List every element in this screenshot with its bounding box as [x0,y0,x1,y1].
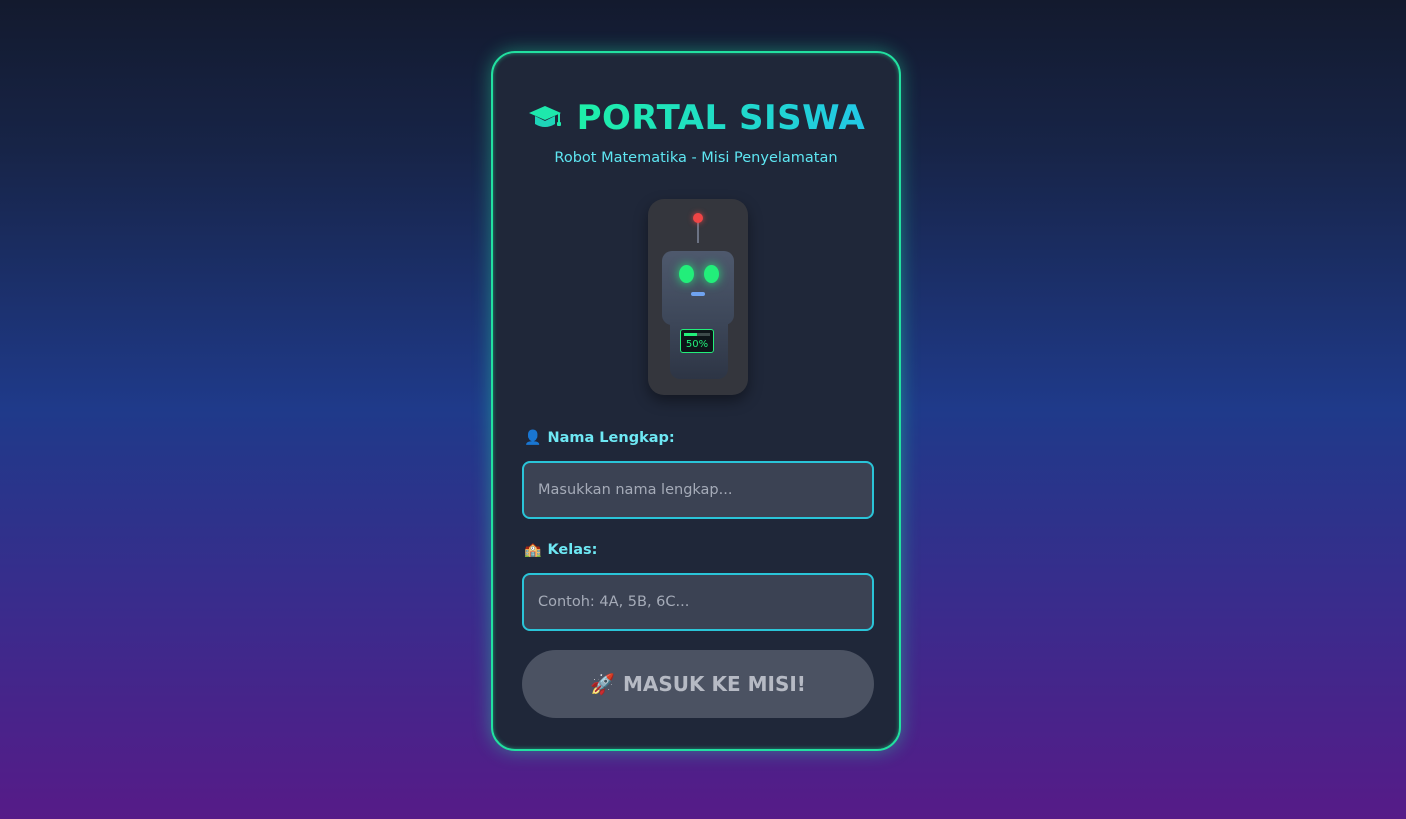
battery-percentage: 50% [685,339,709,350]
graduation-cap-icon [527,100,563,136]
class-label-text: Kelas: [547,542,598,558]
enter-mission-label: MASUK KE MISI! [622,672,806,696]
battery-track [684,333,710,336]
header: PORTAL SISWA [493,97,899,139]
robot-body: 50% [670,321,728,379]
robot-right-eye [704,265,719,283]
robot-illustration: 50% [648,199,748,395]
person-icon: 👤 [524,430,542,446]
rocket-icon: 🚀 [590,672,615,696]
robot-antenna [697,221,699,243]
robot-antenna-light [693,213,703,223]
school-icon: 🏫 [524,542,542,558]
class-input[interactable] [522,573,874,631]
login-card: PORTAL SISWA Robot Matematika - Misi Pen… [491,51,901,751]
robot-left-eye [679,265,694,283]
page-subtitle: Robot Matematika - Misi Penyelamatan [554,150,838,166]
name-label-text: Nama Lengkap: [547,430,675,446]
page-title: PORTAL SISWA [576,98,866,138]
robot-mouth [691,292,705,296]
battery-indicator: 50% [680,329,714,353]
enter-mission-button[interactable]: 🚀 MASUK KE MISI! [522,650,874,718]
name-input[interactable] [522,461,874,519]
class-field-label: 🏫 Kelas: [524,542,597,558]
battery-fill [684,333,697,336]
name-field-label: 👤 Nama Lengkap: [524,430,675,446]
robot-head [662,251,734,325]
page-background: { "header": { "icon": "graduation-cap-ic… [0,0,1406,819]
